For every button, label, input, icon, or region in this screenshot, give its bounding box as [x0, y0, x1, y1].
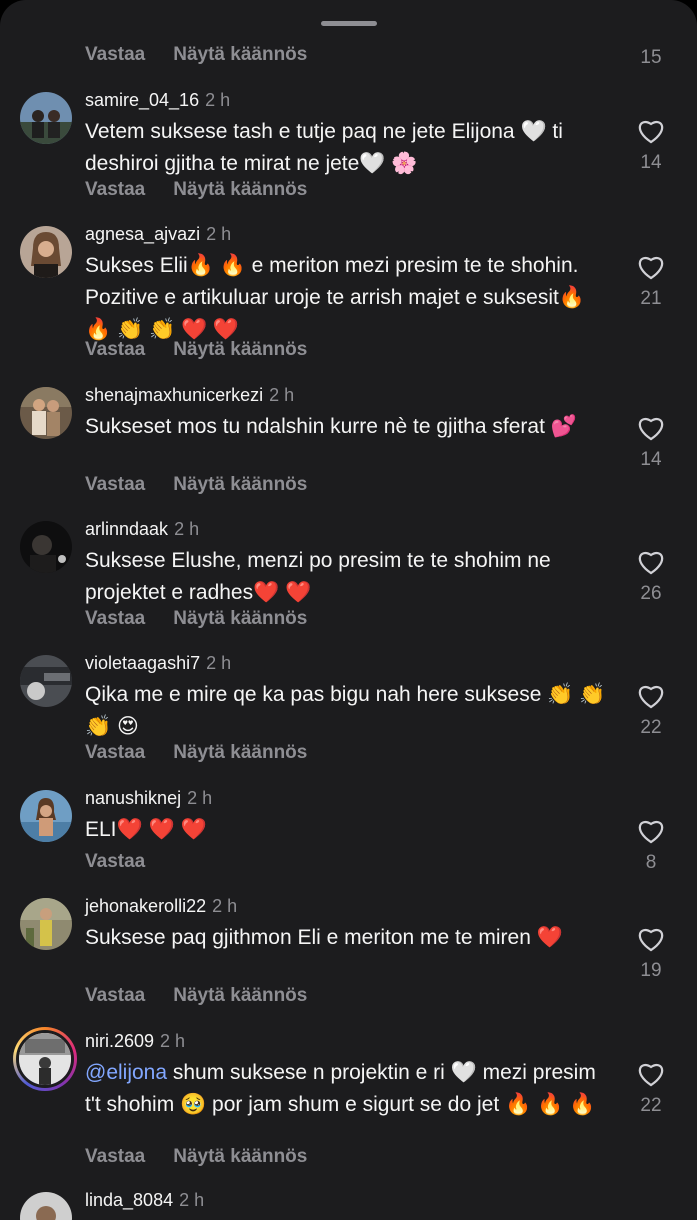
avatar[interactable] — [20, 387, 72, 439]
timestamp: 2 h — [206, 653, 232, 673]
username[interactable]: violetaagashi7 — [85, 653, 200, 673]
translate-button[interactable]: Näytä käännös — [173, 608, 307, 630]
avatar[interactable] — [20, 1192, 72, 1220]
comment-header: samire_04_16 2 h — [85, 90, 230, 111]
like-count: 8 — [645, 852, 657, 873]
comment-actions: Vastaa Näytä käännös — [85, 1146, 307, 1168]
heart-icon[interactable] — [637, 254, 665, 280]
heart-icon[interactable] — [637, 1061, 665, 1087]
drag-handle[interactable] — [321, 21, 377, 26]
comment-header: jehonakerolli22 2 h — [85, 896, 237, 917]
reply-button[interactable]: Vastaa — [85, 985, 145, 1007]
translate-button[interactable]: Näytä käännös — [173, 44, 307, 70]
username[interactable]: jehonakerolli22 — [85, 896, 206, 916]
username[interactable]: linda_8084 — [85, 1190, 173, 1210]
comment-text: Sukseset mos tu ndalshin kurre nè te gji… — [85, 415, 577, 438]
avatar[interactable] — [20, 226, 72, 278]
like-control: 14 — [627, 415, 675, 471]
username[interactable]: nanushiknej — [85, 788, 181, 808]
comment-header: violetaagashi7 2 h — [85, 653, 231, 674]
like-count: 14 — [640, 449, 662, 470]
comment-text: Qika me e mire qe ka pas bigu nah here s… — [85, 683, 606, 738]
like-control: 22 — [627, 1061, 675, 1117]
like-control: 8 — [627, 818, 675, 874]
timestamp: 2 h — [187, 788, 213, 808]
avatar[interactable] — [20, 92, 72, 144]
timestamp: 2 h — [179, 1190, 205, 1210]
comment-text: ELI❤️ ❤️ ❤️ — [85, 818, 207, 841]
like-count: 22 — [640, 717, 662, 738]
heart-icon[interactable] — [637, 118, 665, 144]
avatar[interactable] — [20, 655, 72, 707]
reply-button[interactable]: Vastaa — [85, 339, 145, 361]
like-control: 14 — [627, 118, 675, 174]
avatar[interactable] — [20, 521, 72, 573]
heart-icon[interactable] — [637, 683, 665, 709]
timestamp: 2 h — [206, 224, 232, 244]
comment-header: agnesa_ajvazi 2 h — [85, 224, 231, 245]
like-count: 21 — [640, 288, 662, 309]
comment-actions: Vastaa Näytä käännös — [85, 179, 307, 201]
comment-actions: Vastaa Näytä käännös — [85, 608, 307, 630]
reply-button[interactable]: Vastaa — [85, 179, 145, 201]
username[interactable]: arlinndaak — [85, 519, 168, 539]
like-count: 14 — [640, 152, 662, 173]
like-control: 26 — [627, 549, 675, 605]
comment-header: niri.2609 2 h — [85, 1031, 185, 1052]
comment-text: @elijona shum suksese n projektin e ri 🤍… — [85, 1057, 615, 1121]
reply-button[interactable]: Vastaa — [85, 742, 145, 764]
comment-actions: Vastaa Näytä käännös — [85, 339, 307, 361]
timestamp: 2 h — [160, 1031, 186, 1051]
translate-button[interactable]: Näytä käännös — [173, 742, 307, 764]
like-count: 15 — [640, 47, 662, 68]
like-control: 22 — [627, 683, 675, 739]
reply-button[interactable]: Vastaa — [85, 608, 145, 630]
comment-header: arlinndaak 2 h — [85, 519, 199, 540]
comment-text: Sukses Elii🔥 🔥 e meriton mezi presim te … — [85, 254, 586, 341]
timestamp: 2 h — [205, 90, 231, 110]
like-count: 22 — [640, 1095, 662, 1116]
comment-header: nanushiknej 2 h — [85, 788, 212, 809]
mention-link[interactable]: @elijona — [85, 1061, 167, 1084]
translate-button[interactable]: Näytä käännös — [173, 339, 307, 361]
heart-icon[interactable] — [637, 415, 665, 441]
comment-text: Suksese paq gjithmon Eli e meriton me te… — [85, 926, 563, 949]
translate-button[interactable]: Näytä käännös — [173, 179, 307, 201]
heart-icon[interactable] — [637, 549, 665, 575]
reply-button[interactable]: Vastaa — [85, 474, 145, 496]
avatar[interactable] — [20, 898, 72, 950]
comment-actions: Vastaa Näytä käännös — [85, 474, 307, 496]
like-count: 26 — [640, 583, 662, 604]
timestamp: 2 h — [269, 385, 295, 405]
reply-button[interactable]: Vastaa — [85, 44, 145, 70]
username[interactable]: niri.2609 — [85, 1031, 154, 1051]
translate-button[interactable]: Näytä käännös — [173, 985, 307, 1007]
timestamp: 2 h — [174, 519, 200, 539]
avatar[interactable] — [13, 1027, 77, 1091]
heart-icon[interactable] — [637, 926, 665, 952]
comment-text: Vetem suksese tash e tutje paq ne jete E… — [85, 120, 563, 175]
comment-actions: Vastaa Näytä käännös — [85, 985, 307, 1007]
avatar[interactable] — [20, 790, 72, 842]
comments-sheet: Vastaa Näytä käännös 15 samire_04_16 2 h … — [0, 0, 697, 1220]
comment-header: shenajmaxhunicerkezi 2 h — [85, 385, 294, 406]
timestamp: 2 h — [212, 896, 238, 916]
heart-icon[interactable] — [637, 818, 665, 844]
reply-button[interactable]: Vastaa — [85, 851, 145, 873]
comment-text: Suksese Elushe, menzi po presim te te sh… — [85, 549, 551, 604]
comment-header: linda_8084 2 h — [85, 1190, 204, 1211]
username[interactable]: shenajmaxhunicerkezi — [85, 385, 263, 405]
translate-button[interactable]: Näytä käännös — [173, 1146, 307, 1168]
like-count: 19 — [640, 960, 662, 981]
previous-comment-actions: Vastaa Näytä käännös — [85, 44, 307, 70]
username[interactable]: agnesa_ajvazi — [85, 224, 200, 244]
translate-button[interactable]: Näytä käännös — [173, 474, 307, 496]
comment-actions: Vastaa — [85, 851, 145, 873]
reply-button[interactable]: Vastaa — [85, 1146, 145, 1168]
like-control: 21 — [627, 254, 675, 310]
like-control: 19 — [627, 926, 675, 982]
comment-actions: Vastaa Näytä käännös — [85, 742, 307, 764]
username[interactable]: samire_04_16 — [85, 90, 199, 110]
